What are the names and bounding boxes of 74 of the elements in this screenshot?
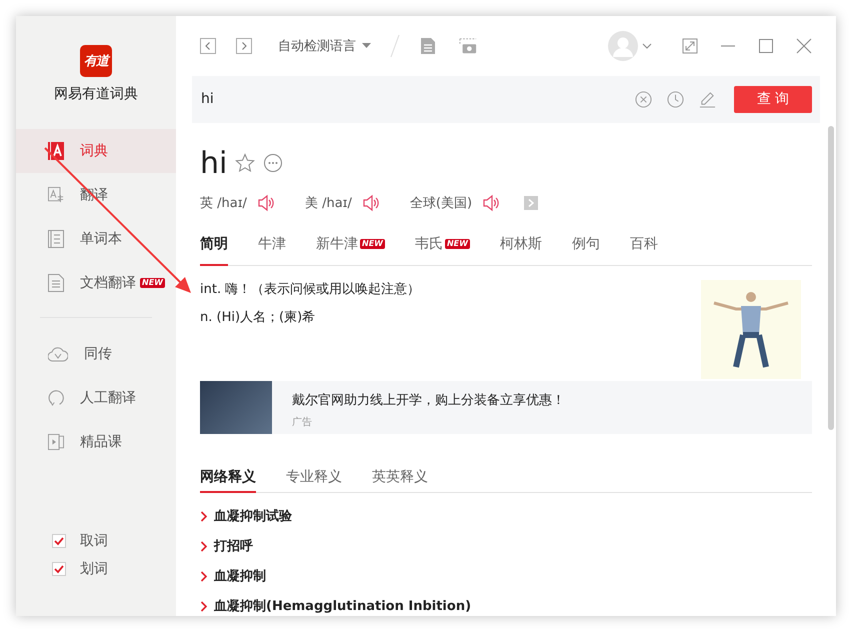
chevron-right-icon xyxy=(528,199,534,207)
definition-tab[interactable]: 英英释义 xyxy=(372,458,428,493)
sidebar-item[interactable]: 文档翻译 NEW xyxy=(16,261,176,305)
scrollbar-thumb[interactable] xyxy=(828,126,834,430)
dictionary-tab[interactable]: 韦氏 NEW xyxy=(414,231,470,266)
history-clock-icon[interactable] xyxy=(667,90,684,108)
back-button[interactable] xyxy=(200,38,216,54)
translate-icon xyxy=(48,186,64,204)
chevron-right-icon xyxy=(240,42,248,50)
sidebar-item[interactable]: 精品课 xyxy=(16,420,176,464)
speaker-icon[interactable] xyxy=(256,194,275,212)
close-icon[interactable] xyxy=(796,38,812,54)
web-definition[interactable]: 血凝抑制(Hemagglutination Inbition) xyxy=(214,597,472,616)
ad-banner[interactable]: 戴尔官网助力线上开学，购上分装备立享优惠！ 广告 xyxy=(200,381,812,434)
definition: n. (Hi)人名；(柬)希 xyxy=(200,309,316,326)
checkbox[interactable] xyxy=(52,562,66,576)
more-icon[interactable] xyxy=(263,153,284,173)
web-definition[interactable]: 血凝抑制 xyxy=(214,567,266,586)
definition: int. 嗨！（表示问候或用以唤起注意） xyxy=(200,281,422,298)
resize-icon[interactable] xyxy=(682,38,698,54)
sidebar-item[interactable]: 人工翻译 xyxy=(16,376,176,420)
dictionary-tab[interactable]: 新牛津 NEW xyxy=(316,231,385,266)
language-dropdown[interactable]: 自动检测语言 xyxy=(278,36,371,55)
dictionary-tab[interactable]: 牛津 xyxy=(258,231,286,266)
checkbox-label: 划词 xyxy=(80,560,108,578)
pronunciation: 英 /haɪ/ xyxy=(200,195,247,212)
search-field[interactable]: hi xyxy=(201,91,635,108)
web-definition[interactable]: 血凝抑制试验 xyxy=(214,507,292,526)
dictionary-icon xyxy=(48,142,64,160)
document-icon xyxy=(48,274,64,292)
definition-tab[interactable]: 网络释义 xyxy=(200,458,256,493)
star-icon[interactable] xyxy=(235,153,256,173)
search-button[interactable]: 查 询 xyxy=(734,86,812,113)
new-badge: NEW xyxy=(360,239,385,249)
pronunciation: 美 /haɪ/ xyxy=(304,195,352,212)
ad-image-placeholder xyxy=(200,381,272,434)
sidebar-item[interactable]: 同传 xyxy=(16,332,176,376)
sidebar-item[interactable]: 词典 xyxy=(16,129,176,173)
chevron-icon xyxy=(200,571,208,582)
dictionary-tab[interactable]: 柯林斯 xyxy=(500,231,542,266)
caret-icon xyxy=(362,43,371,48)
chevron-left-icon xyxy=(204,42,212,50)
cloud-icon xyxy=(48,345,68,363)
pronunciation: 全球(美国) xyxy=(410,195,472,212)
maximize-icon[interactable] xyxy=(758,38,774,54)
sidebar-item[interactable]: 单词本 xyxy=(16,217,176,261)
forward-button[interactable] xyxy=(236,38,252,54)
app-logo: 有道 xyxy=(80,45,112,77)
speaker-icon[interactable] xyxy=(362,194,380,212)
caret-icon[interactable] xyxy=(642,42,652,49)
dictionary-tab[interactable]: 百科 xyxy=(630,231,658,266)
clear-icon[interactable] xyxy=(635,90,652,108)
ad-label: 广告 xyxy=(292,416,313,429)
chevron-icon xyxy=(200,541,208,552)
document-icon[interactable] xyxy=(419,36,437,55)
checkbox-label: 取词 xyxy=(80,532,108,550)
chevron-icon xyxy=(200,511,208,522)
new-badge: NEW xyxy=(444,239,470,249)
ad-title: 戴尔官网助力线上开学，购上分装备立享优惠！ xyxy=(292,392,565,409)
speaker-icon[interactable] xyxy=(482,194,500,212)
checkbox[interactable] xyxy=(52,534,66,548)
headset-icon xyxy=(48,389,64,407)
new-badge: NEW xyxy=(140,278,165,288)
headword: hi xyxy=(200,146,228,180)
app-name: 网易有道词典 xyxy=(53,85,139,103)
dictionary-tab[interactable]: 简明 xyxy=(200,231,228,266)
pen-icon[interactable] xyxy=(699,90,716,108)
dictionary-tab[interactable]: 例句 xyxy=(572,231,600,266)
video-course-icon xyxy=(48,433,64,451)
screenshot-icon[interactable] xyxy=(459,36,477,55)
web-definition[interactable]: 打招呼 xyxy=(214,537,253,556)
notebook-icon xyxy=(48,230,64,248)
chevron-icon xyxy=(200,601,208,612)
definition-tab[interactable]: 专业释义 xyxy=(286,458,342,493)
